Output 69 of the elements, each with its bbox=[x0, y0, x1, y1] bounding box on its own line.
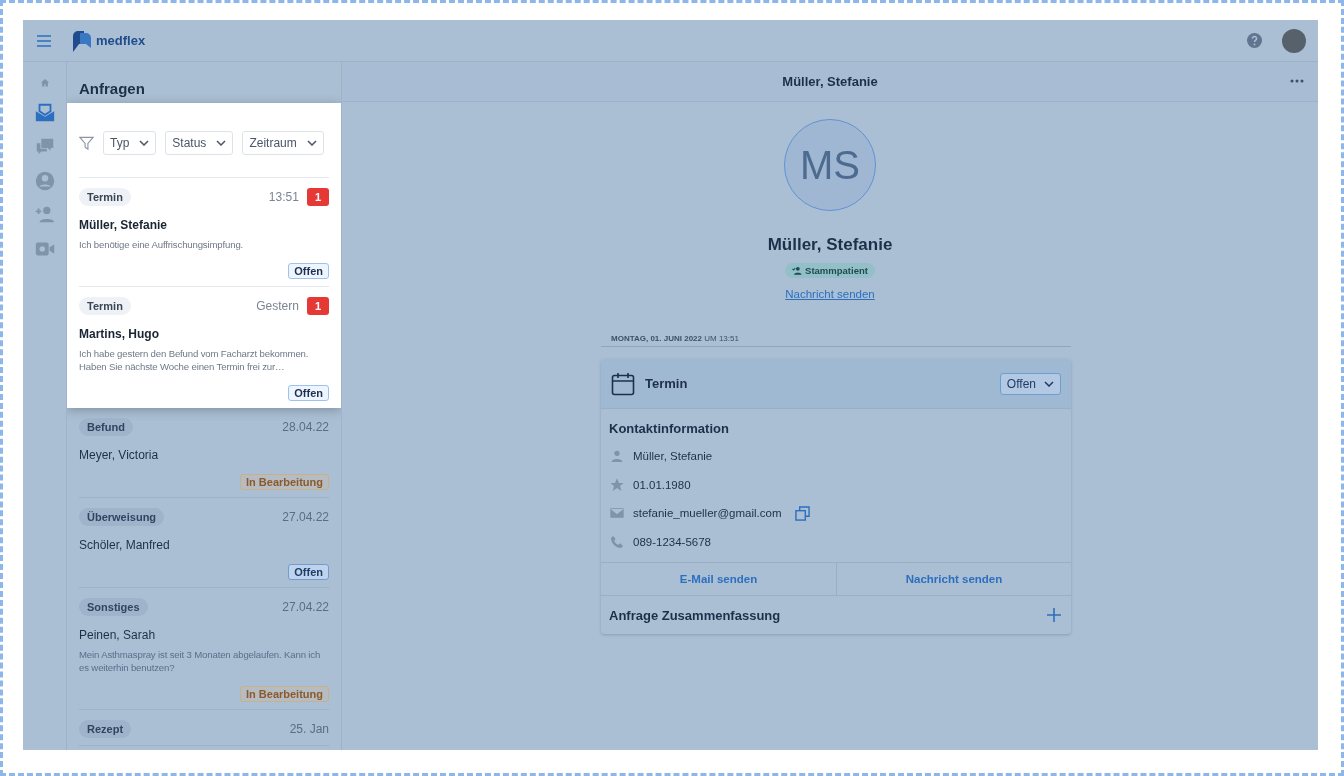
chevron-down-icon bbox=[216, 140, 227, 146]
more-icon[interactable] bbox=[1290, 79, 1304, 83]
filter-dropdown[interactable]: Status bbox=[165, 131, 234, 155]
type-tag: Termin bbox=[79, 297, 131, 316]
help-icon[interactable] bbox=[1247, 33, 1262, 48]
message-preview: Ich habe gestern den Befund vom Facharzt bekommen. Haben Sie nächste Woche einen Termin frei zur… bbox=[79, 348, 310, 374]
list-title: Anfragen bbox=[78, 79, 146, 99]
contact-text: 01.01.1980 bbox=[633, 478, 691, 491]
user-avatar[interactable] bbox=[1282, 28, 1306, 53]
brand-name: medflex bbox=[96, 33, 146, 48]
request-time: 27.04.22 bbox=[282, 600, 329, 615]
contact-text: Müller, Stefanie bbox=[633, 450, 713, 463]
star-icon bbox=[609, 476, 625, 493]
type-tag: Termin bbox=[79, 188, 131, 206]
filter-dropdown[interactable]: Zeitraum bbox=[242, 131, 324, 155]
summary-title: Anfrage Zusammenfassung bbox=[609, 607, 781, 623]
request-status-select[interactable]: Offen bbox=[999, 372, 1061, 395]
initials-avatar: MS bbox=[784, 119, 876, 211]
request-time: 25. Jan bbox=[289, 722, 329, 737]
unread-count: 1 bbox=[306, 297, 329, 316]
request-time: 27.04.22 bbox=[282, 510, 329, 525]
patient-name: Martins, Hugo bbox=[79, 327, 160, 342]
filter-icon[interactable] bbox=[79, 135, 94, 151]
phone-icon bbox=[609, 534, 625, 551]
patient-name: Meyer, Victoria bbox=[79, 448, 160, 463]
type-tag: Befund bbox=[79, 418, 133, 437]
section-title: Kontaktinformation bbox=[609, 421, 730, 436]
chevron-down-icon bbox=[1044, 380, 1054, 387]
logo-icon bbox=[71, 29, 93, 52]
type-tag: Sonstiges bbox=[79, 598, 148, 617]
request-item[interactable]: Termin 13:51 1 Müller, Stefanie Ich benötige eine Auffrischungsimpfung. Offen bbox=[79, 178, 329, 288]
request-time: 28.04.22 bbox=[282, 420, 329, 435]
person-icon bbox=[609, 448, 625, 465]
status-tag: Offen bbox=[288, 564, 329, 581]
type-tag: Überweisung bbox=[79, 508, 165, 527]
plus-icon[interactable] bbox=[1047, 608, 1061, 623]
copy-icon[interactable] bbox=[795, 506, 811, 521]
unread-count: 1 bbox=[306, 188, 329, 206]
contact-text: stefanie_mueller@gmail.com bbox=[633, 507, 782, 520]
patient-name: Peinen, Sarah bbox=[79, 628, 157, 643]
patient-badge: Stammpatient bbox=[785, 263, 875, 278]
filter-dropdown[interactable]: Typ bbox=[103, 131, 157, 155]
message-preview: Ich benötige eine Auffrischungsimpfung. bbox=[79, 239, 245, 252]
request-item[interactable]: Sonstiges 27.04.22 Peinen, Sarah Mein Asthmaspray ist seit 3 Monaten abgelaufen. Kann ich es weiterhin benutzen? In Bearbeitung bbox=[79, 588, 329, 711]
menu-icon[interactable] bbox=[37, 34, 51, 47]
date-label: MONTAG, 01. JUNI 2022 UM 13:51 bbox=[601, 334, 1071, 347]
request-item[interactable]: Termin Gestern 1 Martins, Hugo Ich habe gestern den Befund vom Facharzt bekommen. Haben Sie nächste Woche einen Termin frei zur… Offen bbox=[79, 287, 329, 409]
card-title: Termin bbox=[645, 376, 688, 391]
chevron-down-icon bbox=[306, 140, 317, 146]
patient-name: Schöler, Manfred bbox=[79, 538, 171, 553]
request-time: Gestern bbox=[256, 299, 299, 314]
calendar-icon bbox=[611, 371, 635, 396]
request-item[interactable]: Befund 28.04.22 Meyer, Victoria In Bearbeitung bbox=[79, 408, 329, 499]
type-tag: Rezept bbox=[79, 720, 132, 739]
request-item[interactable]: Überweisung 27.04.22 Schöler, Manfred Offen bbox=[79, 498, 329, 589]
status-tag: In Bearbeitung bbox=[240, 474, 329, 491]
status-tag: In Bearbeitung bbox=[240, 686, 329, 703]
chevron-down-icon bbox=[139, 140, 150, 146]
message-preview: Mein Asthmaspray ist seit 3 Monaten abgelaufen. Kann ich es weiterhin benutzen? bbox=[79, 649, 322, 675]
request-item[interactable]: Rezept 25. Jan bbox=[79, 710, 329, 747]
status-tag: Offen bbox=[288, 385, 329, 402]
header-title: Müller, Stefanie bbox=[782, 74, 878, 89]
person-icon[interactable] bbox=[33, 170, 56, 192]
contact-text: 089-1234-5678 bbox=[633, 536, 711, 549]
request-time: 13:51 bbox=[268, 190, 299, 204]
patient-name: Müller, Stefanie bbox=[79, 218, 169, 232]
patient-name: Müller, Stefanie bbox=[767, 235, 893, 255]
status-tag: Offen bbox=[288, 263, 329, 280]
inbox-icon[interactable] bbox=[33, 102, 56, 124]
